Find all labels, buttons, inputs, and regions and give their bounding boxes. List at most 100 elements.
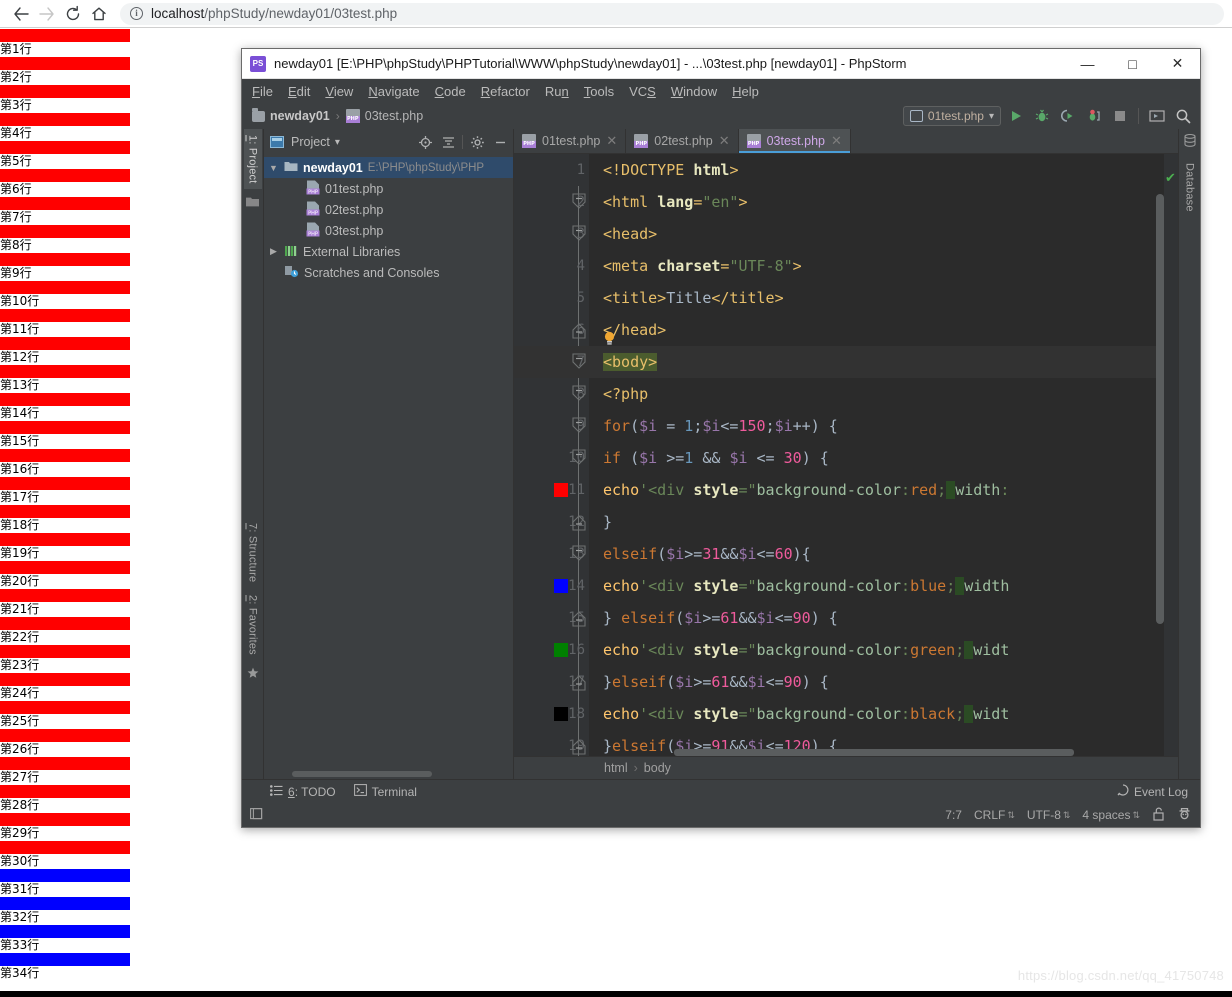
- editor-vertical-scrollbar[interactable]: [1156, 194, 1164, 624]
- fold-expanded-icon[interactable]: [571, 417, 587, 435]
- line-separator-selector[interactable]: CRLF ⇅: [974, 808, 1015, 822]
- code-line[interactable]: <head>: [589, 218, 1164, 250]
- gutter-line[interactable]: 2: [514, 186, 589, 218]
- code-line[interactable]: <meta charset = "UTF-8" >: [589, 250, 1164, 282]
- bottom-tool-todo[interactable]: 6: TODO: [270, 784, 336, 799]
- gutter-line[interactable]: 14: [514, 570, 589, 602]
- breadcrumb-project[interactable]: newday01: [252, 107, 330, 123]
- fold-expanded-icon[interactable]: [571, 449, 587, 467]
- color-preview-swatch[interactable]: [554, 579, 568, 593]
- encoding-selector[interactable]: UTF-8 ⇅: [1027, 808, 1071, 822]
- code-line[interactable]: }: [589, 506, 1164, 538]
- run-icon[interactable]: [1005, 105, 1027, 127]
- gutter-line[interactable]: 18: [514, 698, 589, 730]
- menu-item-help[interactable]: Help: [732, 84, 759, 99]
- color-preview-swatch[interactable]: [554, 707, 568, 721]
- menu-item-view[interactable]: View: [325, 84, 353, 99]
- tree-node-03test-php[interactable]: PHP 03test.php: [264, 220, 513, 241]
- tool-rail-tab-favorites[interactable]: 2: Favorites: [244, 589, 262, 661]
- gutter-line[interactable]: 8: [514, 378, 589, 410]
- scrollbar-thumb[interactable]: [292, 771, 432, 777]
- project-horizontal-scrollbar[interactable]: [264, 769, 513, 779]
- menu-item-refactor[interactable]: Refactor: [481, 84, 530, 99]
- breadcrumb-body[interactable]: body: [644, 761, 671, 775]
- tree-node-scratches-and-consoles[interactable]: Scratches and Consoles: [264, 262, 513, 283]
- menu-item-tools[interactable]: Tools: [584, 84, 614, 99]
- code-line[interactable]: elseif($i >= 31 && $i <= 60){: [589, 538, 1164, 570]
- gutter-line[interactable]: 7: [514, 346, 589, 378]
- gutter-line[interactable]: 9: [514, 410, 589, 442]
- tree-node-newday01[interactable]: ▼ newday01 E:\PHP\phpStudy\PHP: [264, 157, 513, 178]
- toggle-toolwindow-icon[interactable]: [250, 807, 265, 824]
- hector-inspection-icon[interactable]: [1177, 806, 1192, 824]
- chevron-down-icon[interactable]: ▼: [268, 163, 279, 173]
- back-arrow-icon[interactable]: [8, 1, 34, 27]
- chevron-right-icon[interactable]: ▶: [268, 246, 279, 257]
- code-line[interactable]: echo '<div style =" background-color: green…: [589, 634, 1164, 666]
- color-preview-swatch[interactable]: [554, 643, 568, 657]
- gutter-line[interactable]: 16: [514, 634, 589, 666]
- search-everywhere-icon[interactable]: [1172, 105, 1194, 127]
- close-button[interactable]: ✕: [1155, 49, 1200, 78]
- site-info-icon[interactable]: i: [130, 7, 143, 20]
- locate-icon[interactable]: [416, 133, 434, 151]
- fold-expanded-icon[interactable]: [571, 353, 587, 371]
- code-line[interactable]: } elseif($i >= 61 && $i <= 90) {: [589, 602, 1164, 634]
- run-with-coverage-icon[interactable]: [1057, 105, 1079, 127]
- reload-icon[interactable]: [60, 1, 86, 27]
- address-bar[interactable]: i localhost/phpStudy/newday01/03test.php: [120, 2, 1224, 25]
- tool-rail-tab-structure[interactable]: 7: Structure: [244, 517, 262, 588]
- editor-marker-rail[interactable]: ✔: [1164, 154, 1178, 756]
- gutter-line[interactable]: 12: [514, 506, 589, 538]
- event-log-button[interactable]: Event Log: [1117, 784, 1188, 799]
- fold-expanded-icon[interactable]: [571, 545, 587, 563]
- fold-expanded-icon[interactable]: [571, 193, 587, 211]
- editor-tab-03testphp[interactable]: 03test.php ✕: [738, 129, 851, 153]
- code-line[interactable]: <title> Title </title>: [589, 282, 1164, 314]
- code-line[interactable]: } elseif($i >= 61 && $i <= 90) {: [589, 666, 1164, 698]
- maximize-button[interactable]: □: [1110, 49, 1155, 78]
- gutter-line[interactable]: 15: [514, 602, 589, 634]
- project-panel-title-group[interactable]: Project ▾: [268, 133, 411, 151]
- menu-item-code[interactable]: Code: [435, 84, 466, 99]
- tree-node-01test-php[interactable]: PHP 01test.php: [264, 178, 513, 199]
- fold-end-icon[interactable]: [571, 737, 587, 755]
- fold-end-icon[interactable]: [571, 321, 587, 339]
- home-icon[interactable]: [86, 1, 112, 27]
- lock-icon[interactable]: [1152, 807, 1165, 824]
- collapse-all-icon[interactable]: [439, 133, 457, 151]
- gear-icon[interactable]: [468, 133, 486, 151]
- bottom-tool-terminal[interactable]: Terminal: [353, 784, 417, 799]
- fold-expanded-icon[interactable]: [571, 225, 587, 243]
- code-line[interactable]: <body>: [589, 346, 1164, 378]
- menu-item-vcs[interactable]: VCS: [629, 84, 656, 99]
- breadcrumb-html[interactable]: html: [604, 761, 628, 775]
- tool-rail-tab-project[interactable]: 1: Project: [243, 129, 262, 190]
- fold-end-icon[interactable]: [571, 609, 587, 627]
- gutter-line[interactable]: 5: [514, 282, 589, 314]
- editor-tab-02testphp[interactable]: 02test.php ✕: [626, 129, 739, 153]
- breadcrumb-file[interactable]: 03test.php: [345, 109, 423, 123]
- gutter-line[interactable]: 11: [514, 474, 589, 506]
- run-configuration-selector[interactable]: 01test.php ▾: [902, 106, 1001, 126]
- code-line[interactable]: echo '<div style =" background-color: blue;…: [589, 570, 1164, 602]
- gutter-line[interactable]: 1: [514, 154, 589, 186]
- fold-end-icon[interactable]: [571, 673, 587, 691]
- code-line[interactable]: <html lang = "en" >: [589, 186, 1164, 218]
- menu-item-navigate[interactable]: Navigate: [368, 84, 419, 99]
- gutter-line[interactable]: 17: [514, 666, 589, 698]
- code-line[interactable]: <?php: [589, 378, 1164, 410]
- gutter-line[interactable]: 19: [514, 730, 589, 756]
- restore-layout-icon[interactable]: [1146, 105, 1168, 127]
- menu-item-run[interactable]: Run: [545, 84, 569, 99]
- close-icon[interactable]: ✕: [719, 133, 730, 149]
- close-icon[interactable]: ✕: [831, 133, 842, 149]
- debug-icon[interactable]: [1031, 105, 1053, 127]
- minimize-button[interactable]: —: [1065, 49, 1110, 78]
- code-line[interactable]: </head>: [589, 314, 1164, 346]
- editor-gutter[interactable]: 1 2 3 4 5 6 7 8 9 10 11 12 13 14 15 16 17 18 19: [514, 154, 589, 756]
- gutter-line[interactable]: 13: [514, 538, 589, 570]
- code-line[interactable]: if ($i >= 1 && $i <= 30) {: [589, 442, 1164, 474]
- gutter-line[interactable]: 6: [514, 314, 589, 346]
- tree-node-02test-php[interactable]: PHP 02test.php: [264, 199, 513, 220]
